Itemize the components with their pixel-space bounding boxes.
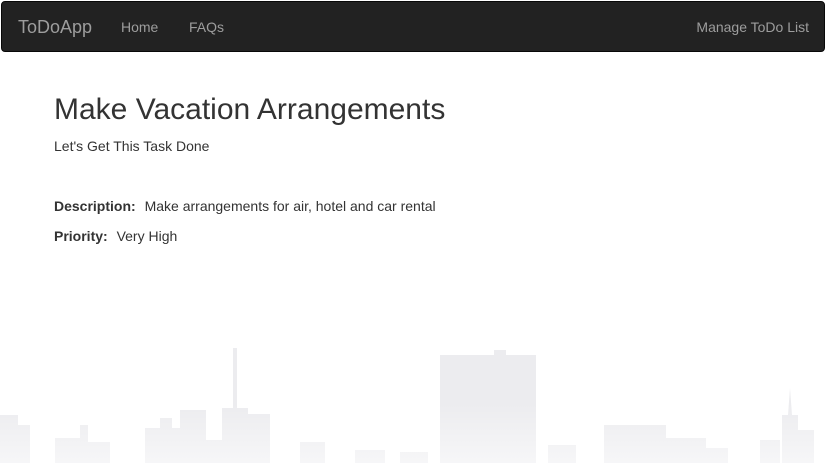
skyline-building [18,425,30,463]
skyline-building [222,408,248,463]
skyline-background [0,348,814,463]
skyline-building [55,438,80,463]
skyline-building [145,428,180,463]
page-title: Make Vacation Arrangements [54,93,446,126]
skyline-building [706,448,728,463]
priority-label: Priority: [54,228,108,244]
skyline-building [80,425,88,463]
skyline-building [782,388,798,463]
skyline-building [666,438,706,463]
skyline-building [494,350,506,358]
description-value: Make arrangements for air, hotel and car… [144,198,436,214]
nav-link-faqs[interactable]: FAQs [189,2,224,52]
description-label: Description: [54,198,136,214]
priority-row: Priority: Very High [54,227,177,245]
skyline-building [355,450,385,463]
skyline-building [160,418,172,428]
priority-value: Very High [116,228,178,244]
skyline-building [88,442,110,463]
page-subtitle: Let's Get This Task Done [54,138,210,154]
skyline-building [206,440,222,463]
skyline-building [440,355,536,463]
description-row: Description: Make arrangements for air, … [54,197,436,215]
page: ToDoApp Home FAQs Manage ToDo List Make … [0,0,826,463]
skyline-building [233,348,237,410]
skyline-building [300,442,325,463]
brand-link[interactable]: ToDoApp [18,2,92,52]
nav-link-home[interactable]: Home [121,2,158,52]
skyline-building [0,415,18,463]
skyline-building [548,445,576,463]
skyline-building [760,440,780,463]
skyline-building [400,452,428,463]
skyline-building [604,425,666,463]
navbar: ToDoApp Home FAQs Manage ToDo List [1,1,825,52]
skyline-building [248,414,270,463]
skyline-building [180,410,206,463]
nav-link-manage-todo-list[interactable]: Manage ToDo List [696,2,809,52]
skyline-building [798,430,814,463]
